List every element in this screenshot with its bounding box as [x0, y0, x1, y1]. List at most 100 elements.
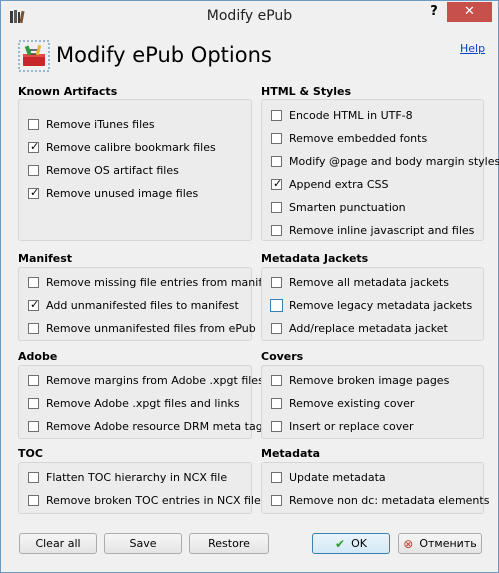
option-metadata-0[interactable]: Update metadata — [271, 468, 386, 486]
option-known-artifacts-1[interactable]: ✓ Remove calibre bookmark files — [28, 138, 216, 156]
option-metadata-jackets-0[interactable]: Remove all metadata jackets — [271, 273, 449, 291]
checkbox[interactable] — [271, 224, 282, 236]
option-label: Update metadata — [289, 470, 386, 484]
section-title-toc: TOC — [18, 447, 43, 460]
section-title-known-artifacts: Known Artifacts — [18, 85, 118, 98]
option-label: Remove non dc: metadata elements — [289, 493, 490, 507]
option-label: Remove all metadata jackets — [289, 275, 449, 289]
checkbox[interactable] — [271, 155, 282, 167]
dialog-heading: Modify ePub Options — [56, 43, 272, 67]
section-title-metadata: Metadata — [261, 447, 321, 460]
checkbox[interactable]: ✓ — [28, 139, 40, 153]
option-metadata-jackets-2[interactable]: Add/replace metadata jacket — [271, 319, 448, 337]
modify-epub-toolbox-icon — [18, 40, 50, 72]
checkbox[interactable] — [28, 494, 39, 506]
checkmark-icon: ✓ — [30, 139, 40, 153]
option-label: Remove Adobe resource DRM meta tags — [46, 419, 269, 433]
window-title: Modify ePub — [206, 8, 293, 24]
group-covers: Remove broken image pages Remove existing… — [261, 365, 484, 439]
option-label: Encode HTML in UTF-8 — [289, 108, 413, 122]
checkbox[interactable] — [271, 374, 282, 386]
option-label: Remove Adobe .xpgt files and links — [46, 396, 240, 410]
checkmark-icon: ✔ — [335, 536, 346, 551]
option-label: Modify @page and body margin styles — [289, 154, 499, 168]
option-html-styles-2[interactable]: Modify @page and body margin styles — [271, 152, 499, 170]
help-question-icon[interactable]: ? — [427, 4, 441, 22]
option-html-styles-4[interactable]: Smarten punctuation — [271, 198, 406, 216]
checkbox[interactable] — [271, 420, 282, 432]
checkbox[interactable]: ✓ — [271, 177, 282, 190]
section-title-metadata-jackets: Metadata Jackets — [261, 252, 369, 265]
modify-epub-dialog: Modify ePub ? ✕ Modify ePub Options Help… — [0, 0, 499, 573]
option-toc-1[interactable]: Remove broken TOC entries in NCX file — [28, 491, 261, 509]
option-label: Remove legacy metadata jackets — [289, 298, 473, 312]
close-icon: ✕ — [464, 4, 475, 19]
option-label: Flatten TOC hierarchy in NCX file — [46, 470, 228, 484]
checkbox[interactable] — [28, 276, 39, 288]
option-label: Remove margins from Adobe .xpgt files — [46, 373, 264, 387]
option-manifest-0[interactable]: Remove missing file entries from manifes… — [28, 273, 279, 291]
option-label: Append extra CSS — [289, 177, 389, 191]
option-known-artifacts-2[interactable]: Remove OS artifact files — [28, 161, 179, 179]
option-label: Remove OS artifact files — [46, 163, 179, 177]
checkbox[interactable] — [28, 471, 39, 483]
section-title-adobe: Adobe — [18, 350, 58, 363]
option-toc-0[interactable]: Flatten TOC hierarchy in NCX file — [28, 468, 227, 486]
option-label: Remove calibre bookmark files — [46, 140, 216, 154]
option-html-styles-3[interactable]: ✓ Append extra CSS — [271, 175, 389, 193]
checkbox[interactable]: ✓ — [28, 185, 40, 199]
checkbox[interactable] — [271, 276, 282, 288]
option-covers-2[interactable]: Insert or replace cover — [271, 417, 414, 435]
ok-button[interactable]: ✔ OK — [312, 533, 390, 554]
cancel-label: Отменить — [419, 537, 477, 550]
restore-label: Restore — [208, 537, 250, 550]
option-adobe-2[interactable]: Remove Adobe resource DRM meta tags — [28, 417, 268, 435]
option-adobe-0[interactable]: Remove margins from Adobe .xpgt files — [28, 371, 264, 389]
option-covers-0[interactable]: Remove broken image pages — [271, 371, 449, 389]
option-metadata-1[interactable]: Remove non dc: metadata elements — [271, 491, 489, 509]
restore-button[interactable]: Restore — [189, 533, 269, 554]
checkmark-icon: ✓ — [30, 185, 40, 199]
checkbox[interactable] — [28, 322, 39, 334]
checkbox[interactable] — [28, 397, 39, 409]
checkbox[interactable] — [28, 374, 39, 386]
option-covers-1[interactable]: Remove existing cover — [271, 394, 414, 412]
checkbox[interactable] — [271, 397, 282, 409]
option-label: Remove embedded fonts — [289, 131, 428, 145]
checkbox[interactable] — [271, 494, 282, 506]
option-label: Remove missing file entries from manifes… — [46, 275, 280, 289]
close-button[interactable]: ✕ — [447, 2, 492, 22]
option-adobe-1[interactable]: Remove Adobe .xpgt files and links — [28, 394, 240, 412]
checkbox[interactable] — [28, 164, 39, 176]
checkbox[interactable] — [271, 109, 282, 121]
section-title-manifest: Manifest — [18, 252, 73, 265]
checkbox[interactable] — [28, 420, 39, 432]
option-known-artifacts-0[interactable]: Remove iTunes files — [28, 115, 155, 133]
save-label: Save — [129, 537, 157, 550]
group-adobe: Remove margins from Adobe .xpgt files Rem… — [18, 365, 268, 439]
title-bar[interactable]: Modify ePub ? ✕ — [1, 1, 498, 32]
checkbox[interactable] — [271, 132, 282, 144]
option-html-styles-0[interactable]: Encode HTML in UTF-8 — [271, 106, 413, 124]
checkbox[interactable] — [270, 298, 283, 312]
checkbox[interactable] — [271, 471, 282, 483]
cancel-x-icon: ⊗ — [403, 536, 414, 551]
checkbox[interactable] — [271, 201, 282, 213]
checkbox[interactable] — [28, 118, 39, 130]
option-label: Remove inline javascript and files — [289, 223, 475, 237]
option-manifest-2[interactable]: Remove unmanifested files from ePub — [28, 319, 256, 337]
option-html-styles-1[interactable]: Remove embedded fonts — [271, 129, 427, 147]
checkbox[interactable] — [271, 322, 282, 334]
save-button[interactable]: Save — [104, 533, 182, 554]
option-html-styles-5[interactable]: Remove inline javascript and files — [271, 221, 474, 239]
option-label: Smarten punctuation — [289, 200, 406, 214]
option-label: Remove broken image pages — [289, 373, 450, 387]
checkbox[interactable]: ✓ — [28, 298, 39, 311]
option-known-artifacts-3[interactable]: ✓ Remove unused image files — [28, 184, 198, 202]
clear-all-button[interactable]: Clear all — [19, 533, 97, 554]
cancel-button[interactable]: ⊗ Отменить — [398, 533, 482, 554]
option-metadata-jackets-1[interactable]: Remove legacy metadata jackets — [270, 296, 473, 314]
help-link[interactable]: Help — [460, 42, 485, 55]
option-label: Insert or replace cover — [289, 419, 414, 433]
option-manifest-1[interactable]: ✓ Add unmanifested files to manifest — [28, 296, 239, 314]
